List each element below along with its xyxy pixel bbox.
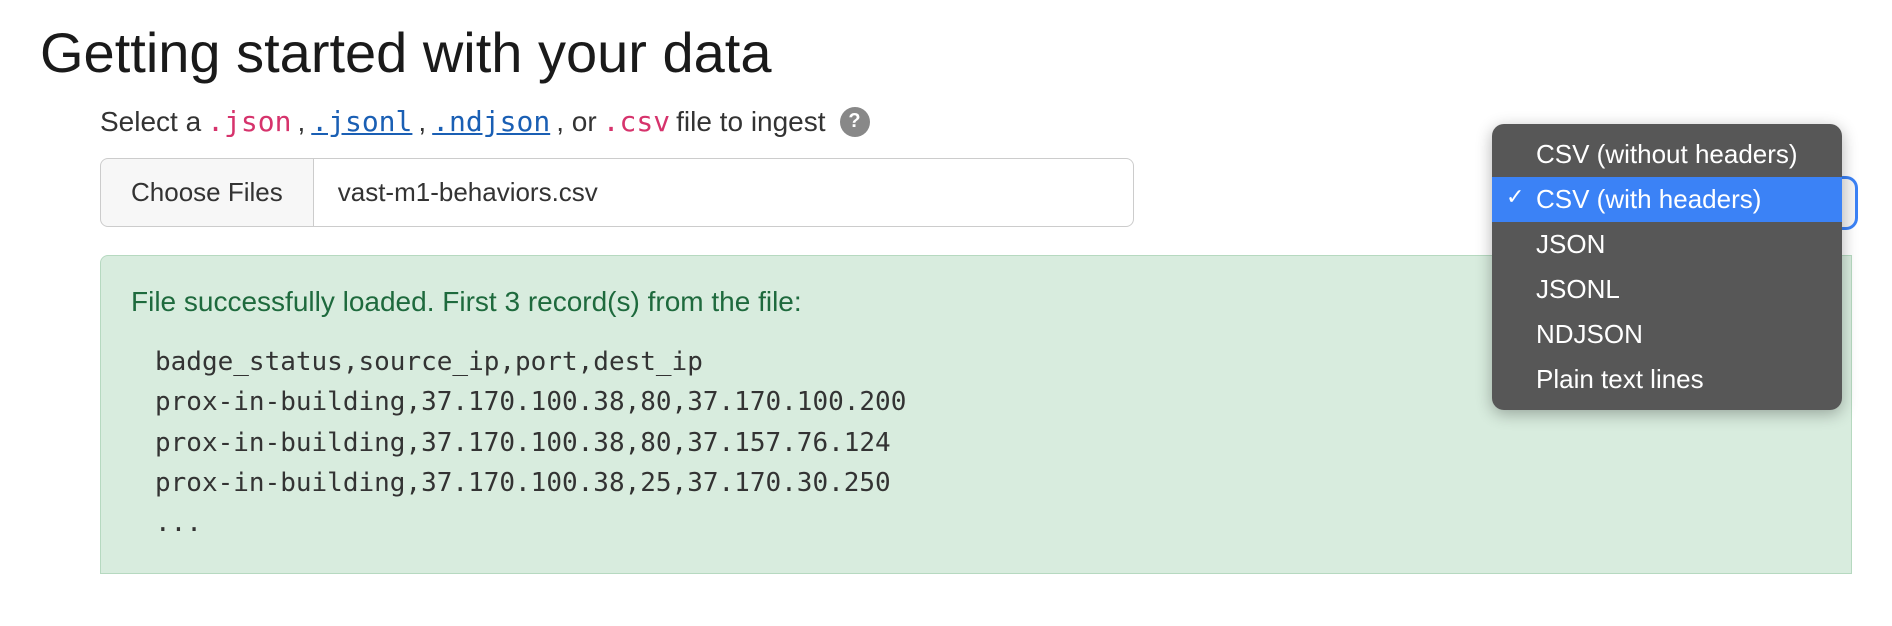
sep: , or	[556, 106, 596, 138]
dropdown-option-csv-headers[interactable]: CSV (with headers)	[1492, 177, 1842, 222]
instruction-prefix: Select a	[100, 106, 201, 138]
format-dropdown[interactable]: CSV (without headers) CSV (with headers)…	[1492, 124, 1842, 410]
dropdown-option-ndjson[interactable]: NDJSON	[1492, 312, 1842, 357]
ext-json: .json	[207, 105, 291, 138]
ext-ndjson-link[interactable]: .ndjson	[432, 105, 550, 138]
instruction-suffix: file to ingest	[676, 106, 825, 138]
page-title: Getting started with your data	[40, 20, 1852, 85]
dropdown-option-plaintext[interactable]: Plain text lines	[1492, 357, 1842, 402]
ext-jsonl-link[interactable]: .jsonl	[311, 105, 412, 138]
selected-filename: vast-m1-behaviors.csv	[314, 158, 1134, 227]
dropdown-option-json[interactable]: JSON	[1492, 222, 1842, 267]
sep: ,	[418, 106, 426, 138]
ext-csv: .csv	[603, 105, 670, 138]
dropdown-option-jsonl[interactable]: JSONL	[1492, 267, 1842, 312]
dropdown-option-csv-noheaders[interactable]: CSV (without headers)	[1492, 132, 1842, 177]
help-icon[interactable]: ?	[840, 107, 870, 137]
sep: ,	[297, 106, 305, 138]
choose-files-button[interactable]: Choose Files	[100, 158, 314, 227]
